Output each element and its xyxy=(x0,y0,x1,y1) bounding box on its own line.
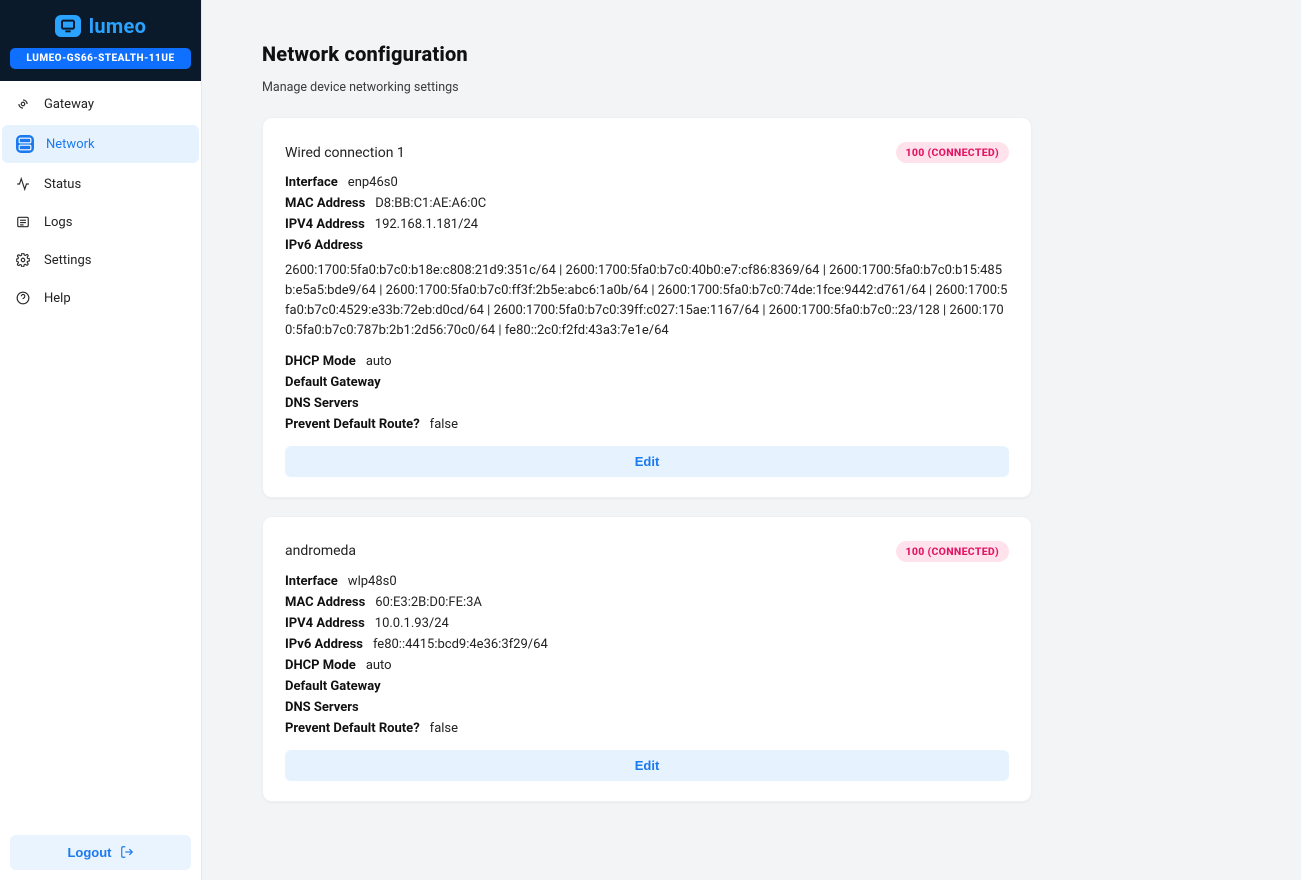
connection-card: Wired connection 1 100 (CONNECTED) Interfa… xyxy=(262,117,1032,498)
detail-row-dns: DNS Servers xyxy=(285,700,1009,715)
detail-row-mac: MAC Address 60:E3:2B:D0:FE:3A xyxy=(285,595,1009,610)
logout-icon xyxy=(120,845,134,859)
gateway-icon xyxy=(14,95,32,113)
nav: Gateway Network Status Logs Settings Help xyxy=(0,81,201,317)
detail-label: Interface xyxy=(285,574,338,589)
detail-label: DNS Servers xyxy=(285,396,359,411)
app-root: lumeo LUMEO-GS66-STEALTH-11UE Gateway Net… xyxy=(0,0,1301,880)
sidebar-item-settings[interactable]: Settings xyxy=(0,241,201,279)
status-badge: 100 (CONNECTED) xyxy=(896,541,1009,562)
detail-value: false xyxy=(430,721,458,736)
detail-value: 192.168.1.181/24 xyxy=(375,217,478,232)
help-icon xyxy=(14,289,32,307)
detail-value: D8:BB:C1:AE:A6:0C xyxy=(375,196,486,211)
connection-card: andromeda 100 (CONNECTED) Interface wlp48s0… xyxy=(262,516,1032,802)
detail-label: Default Gateway xyxy=(285,679,381,694)
device-pill[interactable]: LUMEO-GS66-STEALTH-11UE xyxy=(10,48,191,69)
logout-label: Logout xyxy=(67,845,111,860)
sidebar: lumeo LUMEO-GS66-STEALTH-11UE Gateway Net… xyxy=(0,0,202,880)
detail-row-prevent_default_route: Prevent Default Route? false xyxy=(285,417,1009,432)
main-content: Network configuration Manage device netw… xyxy=(202,0,1301,880)
detail-value: fe80::4415:bcd9:4e36:3f29/64 xyxy=(373,637,548,652)
sidebar-item-help[interactable]: Help xyxy=(0,279,201,317)
sidebar-item-gateway[interactable]: Gateway xyxy=(0,85,201,123)
detail-row-ipv6: IPv6 Address fe80::4415:bcd9:4e36:3f29/64 xyxy=(285,637,1009,652)
detail-label: IPV4 Address xyxy=(285,616,365,631)
logs-icon xyxy=(14,213,32,231)
sidebar-item-status[interactable]: Status xyxy=(0,165,201,203)
network-icon xyxy=(16,135,34,153)
detail-row-dns: DNS Servers xyxy=(285,396,1009,411)
detail-row-ipv4: IPV4 Address 10.0.1.93/24 xyxy=(285,616,1009,631)
detail-value: 10.0.1.93/24 xyxy=(375,616,449,631)
status-icon xyxy=(14,175,32,193)
detail-label: IPv6 Address xyxy=(285,637,363,652)
connections-list: Wired connection 1 100 (CONNECTED) Interfa… xyxy=(262,117,1241,802)
detail-row-ipv4: IPV4 Address 192.168.1.181/24 xyxy=(285,217,1009,232)
detail-label: Prevent Default Route? xyxy=(285,721,420,736)
sidebar-item-label: Help xyxy=(44,291,71,306)
detail-row-mac: MAC Address D8:BB:C1:AE:A6:0C xyxy=(285,196,1009,211)
status-badge: 100 (CONNECTED) xyxy=(896,142,1009,163)
detail-row-prevent_default_route: Prevent Default Route? false xyxy=(285,721,1009,736)
brand-logo-icon xyxy=(55,15,81,37)
brand-name: lumeo xyxy=(89,14,146,38)
settings-icon xyxy=(14,251,32,269)
sidebar-item-label: Status xyxy=(44,177,81,192)
detail-value: auto xyxy=(366,354,392,369)
detail-row-dhcp: DHCP Mode auto xyxy=(285,658,1009,673)
detail-value: false xyxy=(430,417,458,432)
detail-label: DNS Servers xyxy=(285,700,359,715)
detail-row-interface: Interface wlp48s0 xyxy=(285,574,1009,589)
page-title: Network configuration xyxy=(262,42,1241,66)
detail-value: wlp48s0 xyxy=(348,574,397,589)
connection-name: Wired connection 1 xyxy=(285,145,405,161)
detail-row-gateway: Default Gateway xyxy=(285,679,1009,694)
sidebar-item-label: Network xyxy=(46,137,95,152)
sidebar-item-network[interactable]: Network xyxy=(2,125,199,163)
sidebar-header: lumeo LUMEO-GS66-STEALTH-11UE xyxy=(0,0,201,81)
sidebar-item-logs[interactable]: Logs xyxy=(0,203,201,241)
detail-label: DHCP Mode xyxy=(285,354,356,369)
detail-row-ipv6: IPv6 Address xyxy=(285,238,1009,253)
connection-card-head: Wired connection 1 100 (CONNECTED) xyxy=(285,142,1009,163)
detail-row-dhcp: DHCP Mode auto xyxy=(285,354,1009,369)
detail-label: Prevent Default Route? xyxy=(285,417,420,432)
detail-label: IPv6 Address xyxy=(285,238,363,253)
detail-label: MAC Address xyxy=(285,595,365,610)
detail-row-interface: Interface enp46s0 xyxy=(285,175,1009,190)
connection-details: Interface enp46s0 MAC Address D8:BB:C1:AE:A… xyxy=(285,175,1009,432)
sidebar-footer: Logout xyxy=(0,825,201,880)
detail-value: 60:E3:2B:D0:FE:3A xyxy=(375,595,482,610)
detail-label: Default Gateway xyxy=(285,375,381,390)
edit-button[interactable]: Edit xyxy=(285,750,1009,781)
sidebar-item-label: Logs xyxy=(44,215,72,230)
connection-details: Interface wlp48s0 MAC Address 60:E3:2B:D0:F… xyxy=(285,574,1009,736)
edit-button[interactable]: Edit xyxy=(285,446,1009,477)
detail-row-gateway: Default Gateway xyxy=(285,375,1009,390)
ipv6-addresses: 2600:1700:5fa0:b7c0:b18e:c808:21d9:351c/… xyxy=(285,261,1009,342)
detail-value: enp46s0 xyxy=(348,175,398,190)
sidebar-item-label: Settings xyxy=(44,253,91,268)
detail-label: Interface xyxy=(285,175,338,190)
detail-label: DHCP Mode xyxy=(285,658,356,673)
page-subtitle: Manage device networking settings xyxy=(262,80,1241,95)
sidebar-item-label: Gateway xyxy=(44,97,94,112)
logout-button[interactable]: Logout xyxy=(10,835,191,870)
detail-label: MAC Address xyxy=(285,196,365,211)
detail-value: auto xyxy=(366,658,392,673)
connection-name: andromeda xyxy=(285,543,356,559)
connection-card-head: andromeda 100 (CONNECTED) xyxy=(285,541,1009,562)
detail-label: IPV4 Address xyxy=(285,217,365,232)
brand: lumeo xyxy=(55,14,146,38)
